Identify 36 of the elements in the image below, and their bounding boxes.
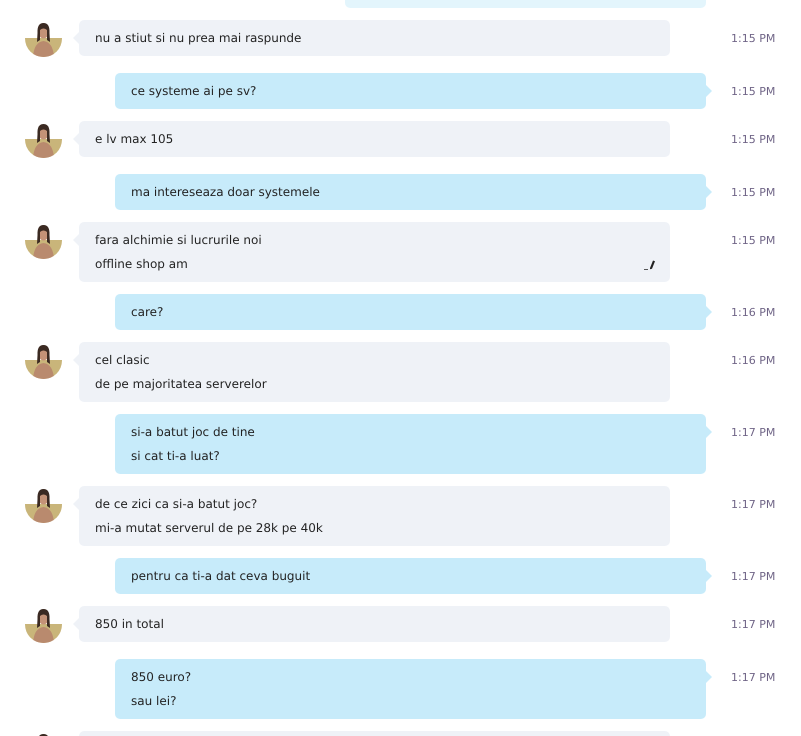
message-text: pentru ca ti-a dat ceva buguit bbox=[131, 568, 310, 585]
avatar bbox=[25, 342, 62, 379]
timestamp: 1:15 PM bbox=[731, 32, 776, 45]
timestamp: 1:17 PM bbox=[731, 426, 776, 439]
message-text: offline shop am bbox=[95, 256, 188, 273]
timestamp: 1:17 PM bbox=[731, 570, 776, 583]
avatar bbox=[25, 222, 62, 259]
timestamp: 1:15 PM bbox=[731, 234, 776, 247]
message-text: de ce zici ca si-a batut joc? bbox=[95, 496, 258, 513]
message-text: cel clasic bbox=[95, 352, 150, 369]
avatar bbox=[25, 121, 62, 158]
avatar bbox=[25, 486, 62, 523]
message-text: nu a stiut si nu prea mai raspunde bbox=[95, 30, 302, 47]
pencil-icon bbox=[644, 259, 656, 270]
timestamp: 1:15 PM bbox=[731, 85, 776, 98]
message-text: fara alchimie si lucrurile noi bbox=[95, 232, 262, 249]
message-text: ce systeme ai pe sv? bbox=[131, 83, 256, 100]
message-text: e lv max 105 bbox=[95, 131, 174, 148]
timestamp: 1:17 PM bbox=[731, 618, 776, 631]
message-text: 850 euro? bbox=[131, 669, 192, 686]
message-text: care? bbox=[131, 304, 164, 321]
message-text: ma intereseaza doar systemele bbox=[131, 184, 320, 201]
timestamp: 1:17 PM bbox=[731, 671, 776, 684]
message-text: si cat ti-a luat? bbox=[131, 448, 220, 465]
timestamp: 1:16 PM bbox=[731, 306, 776, 319]
timestamp: 1:17 PM bbox=[731, 498, 776, 511]
timestamp: 1:16 PM bbox=[731, 354, 776, 367]
timestamp: 1:15 PM bbox=[731, 186, 776, 199]
timestamp: 1:15 PM bbox=[731, 133, 776, 146]
message-text: 850 in total bbox=[95, 616, 164, 633]
message-text: mi-a mutat serverul de pe 28k pe 40k bbox=[95, 520, 323, 537]
message-text: si-a batut joc de tine bbox=[131, 424, 255, 441]
avatar bbox=[25, 606, 62, 643]
avatar bbox=[25, 20, 62, 57]
message-text: de pe majoritatea serverelor bbox=[95, 376, 267, 393]
message-text: sau lei? bbox=[131, 693, 176, 710]
